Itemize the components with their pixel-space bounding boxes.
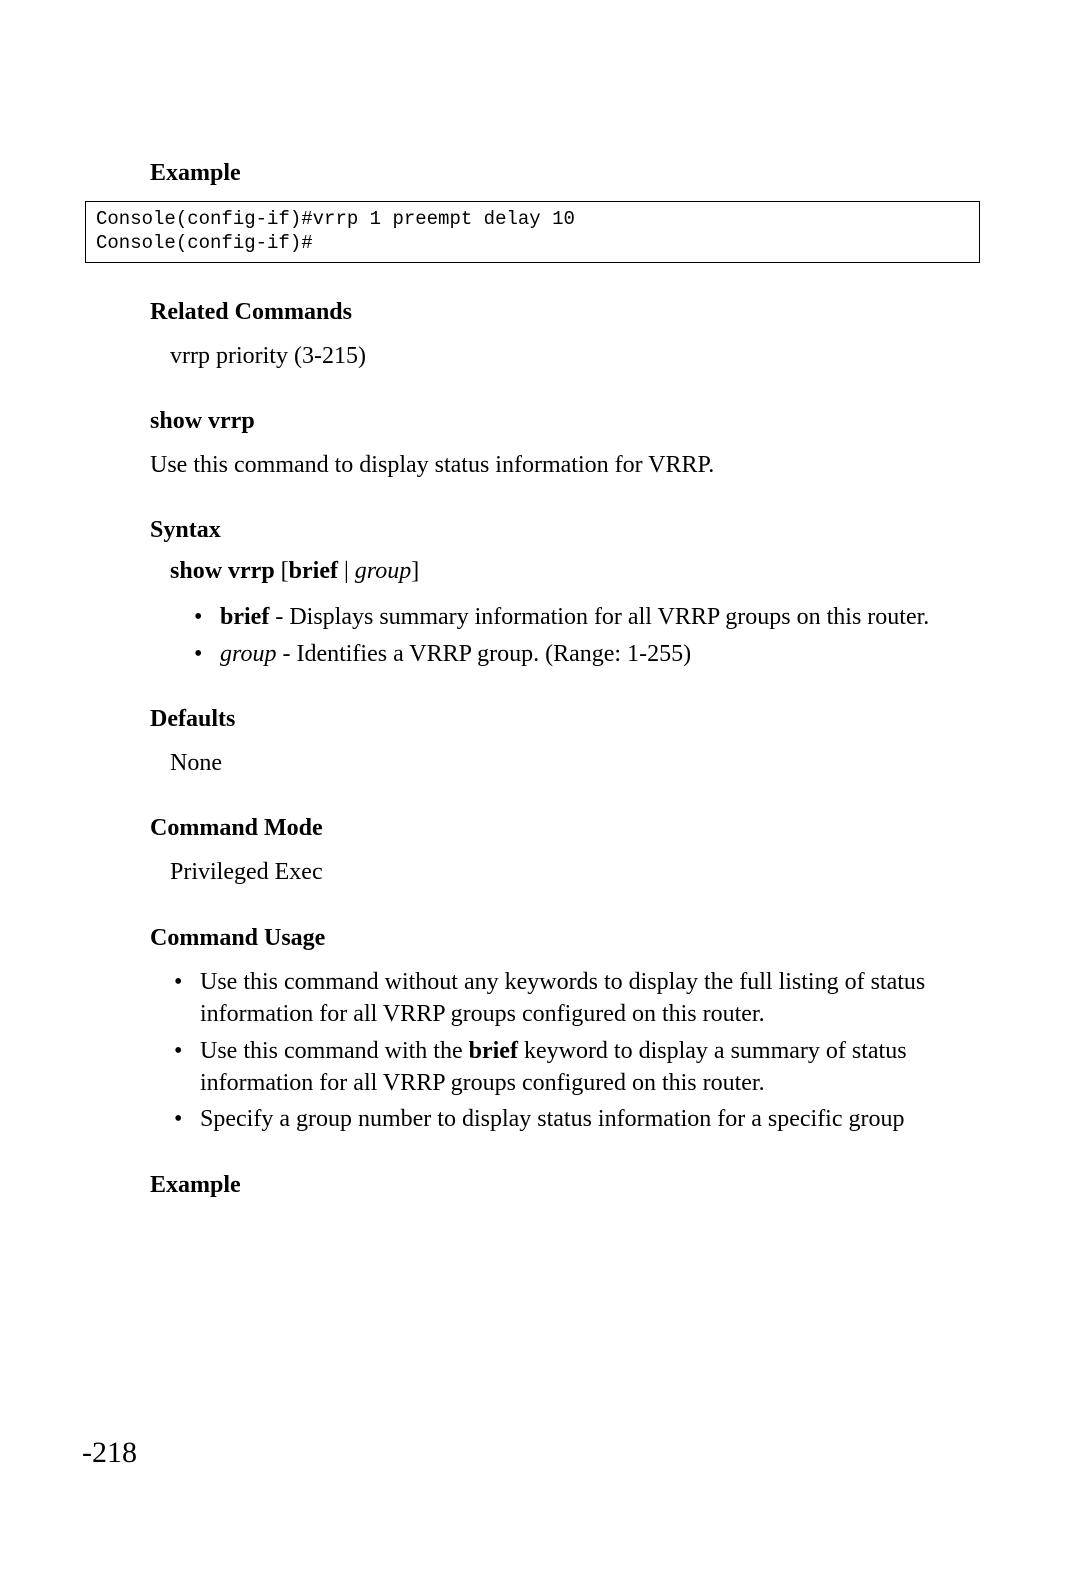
syntax-bracket-open: [	[275, 558, 289, 584]
syntax-pipe: |	[338, 558, 355, 584]
usage-bullet-1: Use this command without any keywords to…	[174, 966, 970, 1031]
example-heading-2: Example	[150, 1172, 970, 1199]
syntax-command-line: show vrrp [brief | group]	[170, 558, 970, 585]
syntax-bullet-brief: brief - Displays summary information for…	[194, 601, 970, 633]
syntax-term-group: group	[220, 641, 276, 667]
syntax-desc-brief: Displays summary information for all VRR…	[289, 604, 929, 630]
syntax-term-brief: brief	[220, 604, 269, 630]
usage-bullet-2-pre: Use this command with the	[200, 1038, 469, 1064]
document-page: Example Console(config-if)#vrrp 1 preemp…	[0, 0, 1080, 1199]
show-vrrp-heading: show vrrp	[150, 408, 970, 435]
syntax-brief-keyword: brief	[289, 558, 338, 584]
usage-bullet-2: Use this command with the brief keyword …	[174, 1035, 970, 1100]
usage-bullet-2-bold: brief	[469, 1038, 518, 1064]
console-code-block: Console(config-if)#vrrp 1 preempt delay …	[85, 201, 980, 263]
syntax-sep-2: -	[276, 641, 296, 667]
related-commands-heading: Related Commands	[150, 299, 970, 326]
related-commands-text: vrrp priority (3-215)	[170, 340, 970, 372]
syntax-command-name: show vrrp	[170, 558, 275, 584]
defaults-text: None	[170, 747, 970, 779]
page-number: -218	[82, 1436, 137, 1470]
command-usage-heading: Command Usage	[150, 925, 970, 952]
syntax-desc-group: Identifies a VRRP group. (Range: 1-255)	[296, 641, 691, 667]
syntax-bullet-list: brief - Displays summary information for…	[194, 601, 970, 670]
syntax-group-param: group	[355, 558, 411, 584]
show-vrrp-description: Use this command to display status infor…	[150, 449, 970, 481]
example-heading-1: Example	[150, 160, 970, 187]
command-mode-heading: Command Mode	[150, 815, 970, 842]
command-mode-text: Privileged Exec	[170, 856, 970, 888]
usage-bullet-3: Specify a group number to display status…	[174, 1103, 970, 1135]
defaults-heading: Defaults	[150, 706, 970, 733]
syntax-sep-1: -	[269, 604, 289, 630]
syntax-heading: Syntax	[150, 517, 970, 544]
syntax-bullet-group: group - Identifies a VRRP group. (Range:…	[194, 638, 970, 670]
syntax-bracket-close: ]	[411, 558, 419, 584]
command-usage-bullet-list: Use this command without any keywords to…	[174, 966, 970, 1136]
